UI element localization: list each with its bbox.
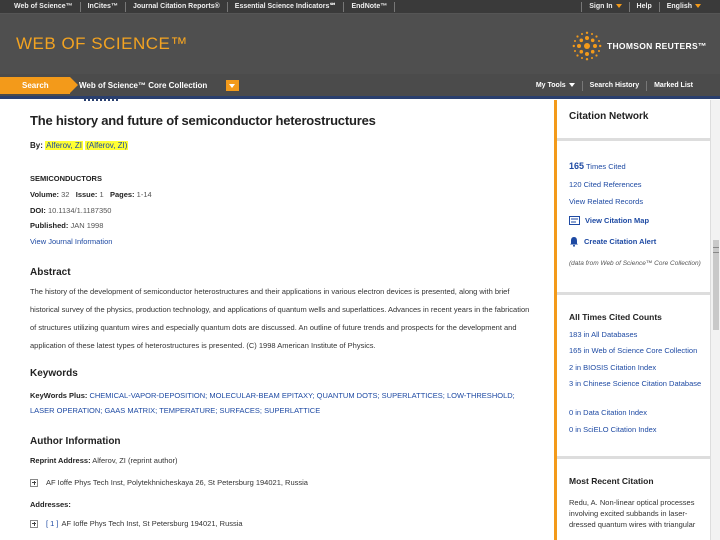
view-journal-link[interactable]: View Journal Information — [30, 237, 112, 246]
citation-sidebar: Citation Network 165 Times Cited 120 Cit… — [554, 100, 710, 540]
address-row[interactable]: [ 1 ] AF Ioffe Phys Tech Inst, St Peters… — [30, 519, 243, 528]
sidebar-divider — [557, 138, 710, 141]
account-nav: Sign In Help English — [581, 0, 708, 14]
tab-bar: Search Web of Science™ Core Collection M… — [0, 74, 720, 96]
expand-plus-icon[interactable] — [30, 478, 38, 487]
published-label: Published: — [30, 221, 69, 230]
page-scrollbar[interactable] — [710, 100, 720, 540]
reprint-address: AF Ioffe Phys Tech Inst, Polytekhnichesk… — [46, 478, 308, 487]
author-link[interactable]: Alferov, ZI — [45, 141, 83, 150]
product-link-esi[interactable]: Essential Science Indicators℠ — [228, 1, 345, 12]
citation-network-heading: Citation Network — [569, 111, 649, 122]
keywords-list[interactable]: CHEMICAL-VAPOR-DEPOSITION; MOLECULAR-BEA… — [30, 391, 515, 415]
keywords-label: KeyWords Plus: — [30, 391, 88, 400]
times-cited-label: Times Cited — [585, 162, 626, 171]
volume-label: Volume: — [30, 190, 60, 199]
author-fullname-link[interactable]: (Alferov, ZI) — [85, 141, 129, 150]
scrollbar-grip-icon — [713, 247, 719, 253]
author-info-heading: Author Information — [30, 436, 121, 447]
published-line: Published: JAN 1998 — [30, 221, 103, 230]
doi-line: DOI: 10.1134/1.1187350 — [30, 206, 111, 215]
addresses-label: Addresses: — [30, 500, 71, 509]
product-link-incites[interactable]: InCites™ — [81, 1, 126, 12]
cited-references-link[interactable]: 120 Cited References — [569, 180, 642, 189]
record-title: The history and future of semiconductor … — [30, 113, 376, 128]
all-times-cited-heading: All Times Cited Counts — [569, 312, 662, 322]
keywords-heading: Keywords — [30, 368, 78, 379]
language-label: English — [666, 3, 692, 10]
citation-map-icon — [569, 216, 580, 225]
my-tools-label: My Tools — [535, 81, 566, 89]
count-scielo-link[interactable]: 0 in SciELO Citation Index — [569, 425, 657, 434]
bell-icon — [570, 237, 578, 247]
collection-dropdown-button[interactable] — [226, 80, 239, 91]
doi-label: DOI: — [30, 206, 46, 215]
thomson-reuters-dots-icon — [572, 31, 602, 61]
site-header: WEB OF SCIENCE™ THOMSON REUTERS™ — [0, 14, 720, 74]
by-label: By: — [30, 141, 43, 150]
times-cited-count: 165 — [569, 161, 585, 171]
create-citation-alert-link[interactable]: Create Citation Alert — [569, 236, 656, 247]
my-tools-menu[interactable]: My Tools — [529, 81, 582, 91]
product-link-wos[interactable]: Web of Science™ — [0, 1, 81, 12]
reprint-line: Reprint Address: Alferov, ZI (reprint au… — [30, 456, 178, 465]
thomson-reuters-logo: THOMSON REUTERS™ — [572, 31, 707, 61]
authors-line: By: Alferov, ZI (Alferov, ZI) — [30, 141, 129, 150]
reprint-author: Alferov, ZI (reprint author) — [92, 456, 178, 465]
search-history-link[interactable]: Search History — [581, 80, 646, 91]
related-records-link[interactable]: View Related Records — [569, 197, 643, 206]
reprint-label: Reprint Address: — [30, 456, 91, 465]
abstract-text: The history of the development of semico… — [30, 287, 530, 350]
product-link-jcr[interactable]: Journal Citation Reports® — [126, 1, 228, 12]
volume-value: 32 — [61, 190, 70, 199]
times-cited-link[interactable]: 165 Times Cited — [569, 161, 626, 171]
count-data-citation-link[interactable]: 0 in Data Citation Index — [569, 408, 647, 417]
address-text: AF Ioffe Phys Tech Inst, St Petersburg 1… — [61, 519, 243, 528]
issue-value: 1 — [99, 190, 104, 199]
volume-line: Volume: 32 Issue: 1 Pages: 1-14 — [30, 190, 152, 199]
sidebar-divider — [557, 456, 710, 459]
keywords-plus: KeyWords Plus: CHEMICAL-VAPOR-DEPOSITION… — [30, 388, 530, 418]
product-nav: Web of Science™ InCites™ Journal Citatio… — [0, 0, 720, 14]
sidebar-divider — [557, 292, 710, 295]
full-record: The history and future of semiconductor … — [30, 100, 550, 540]
count-chinese-link[interactable]: 3 in Chinese Science Citation Database — [569, 378, 704, 389]
publisher-name: THOMSON REUTERS™ — [607, 41, 707, 51]
collection-label[interactable]: Web of Science™ Core Collection — [79, 77, 207, 94]
view-citation-map-link[interactable]: View Citation Map — [569, 216, 649, 225]
data-source-note: (data from Web of Science™ Core Collecti… — [569, 260, 701, 267]
chevron-down-icon — [615, 4, 622, 9]
tab-search[interactable]: Search — [0, 77, 78, 94]
count-all-databases-link[interactable]: 183 in All Databases — [569, 330, 637, 339]
reprint-address-row[interactable]: AF Ioffe Phys Tech Inst, Polytekhnichesk… — [30, 478, 308, 487]
published-value: JAN 1998 — [70, 221, 104, 230]
most-recent-citation-heading: Most Recent Citation — [569, 476, 654, 486]
abstract-heading: Abstract — [30, 267, 71, 278]
count-biosis-link[interactable]: 2 in BIOSIS Citation Index — [569, 363, 656, 372]
view-citation-map-label: View Citation Map — [585, 216, 650, 225]
marked-list-link[interactable]: Marked List — [646, 80, 700, 91]
most-recent-citation-text[interactable]: Redu, A. Non-linear optical processes in… — [569, 497, 704, 530]
wos-logo[interactable]: WEB OF SCIENCE™ — [16, 34, 188, 54]
count-wos-core-link[interactable]: 165 in Web of Science Core Collection — [569, 346, 697, 355]
issue-label: Issue: — [75, 190, 98, 199]
scrollbar-thumb[interactable] — [713, 240, 719, 330]
journal-name: SEMICONDUCTORS — [30, 174, 102, 183]
sign-in-menu[interactable]: Sign In — [581, 2, 628, 12]
tools-nav: My Tools Search History Marked List — [529, 77, 700, 94]
product-link-endnote[interactable]: EndNote™ — [344, 1, 396, 12]
address-index: [ 1 ] — [46, 519, 59, 528]
chevron-down-icon — [695, 4, 701, 9]
pages-value: 1-14 — [136, 190, 152, 199]
expand-plus-icon[interactable] — [30, 519, 38, 528]
doi-value: 10.1134/1.1187350 — [47, 206, 112, 215]
pages-label: Pages: — [109, 190, 135, 199]
chevron-down-icon — [568, 82, 575, 87]
language-menu[interactable]: English — [658, 2, 708, 12]
help-link[interactable]: Help — [628, 2, 659, 12]
sign-in-label: Sign In — [589, 3, 613, 10]
create-citation-alert-label: Create Citation Alert — [584, 237, 657, 246]
